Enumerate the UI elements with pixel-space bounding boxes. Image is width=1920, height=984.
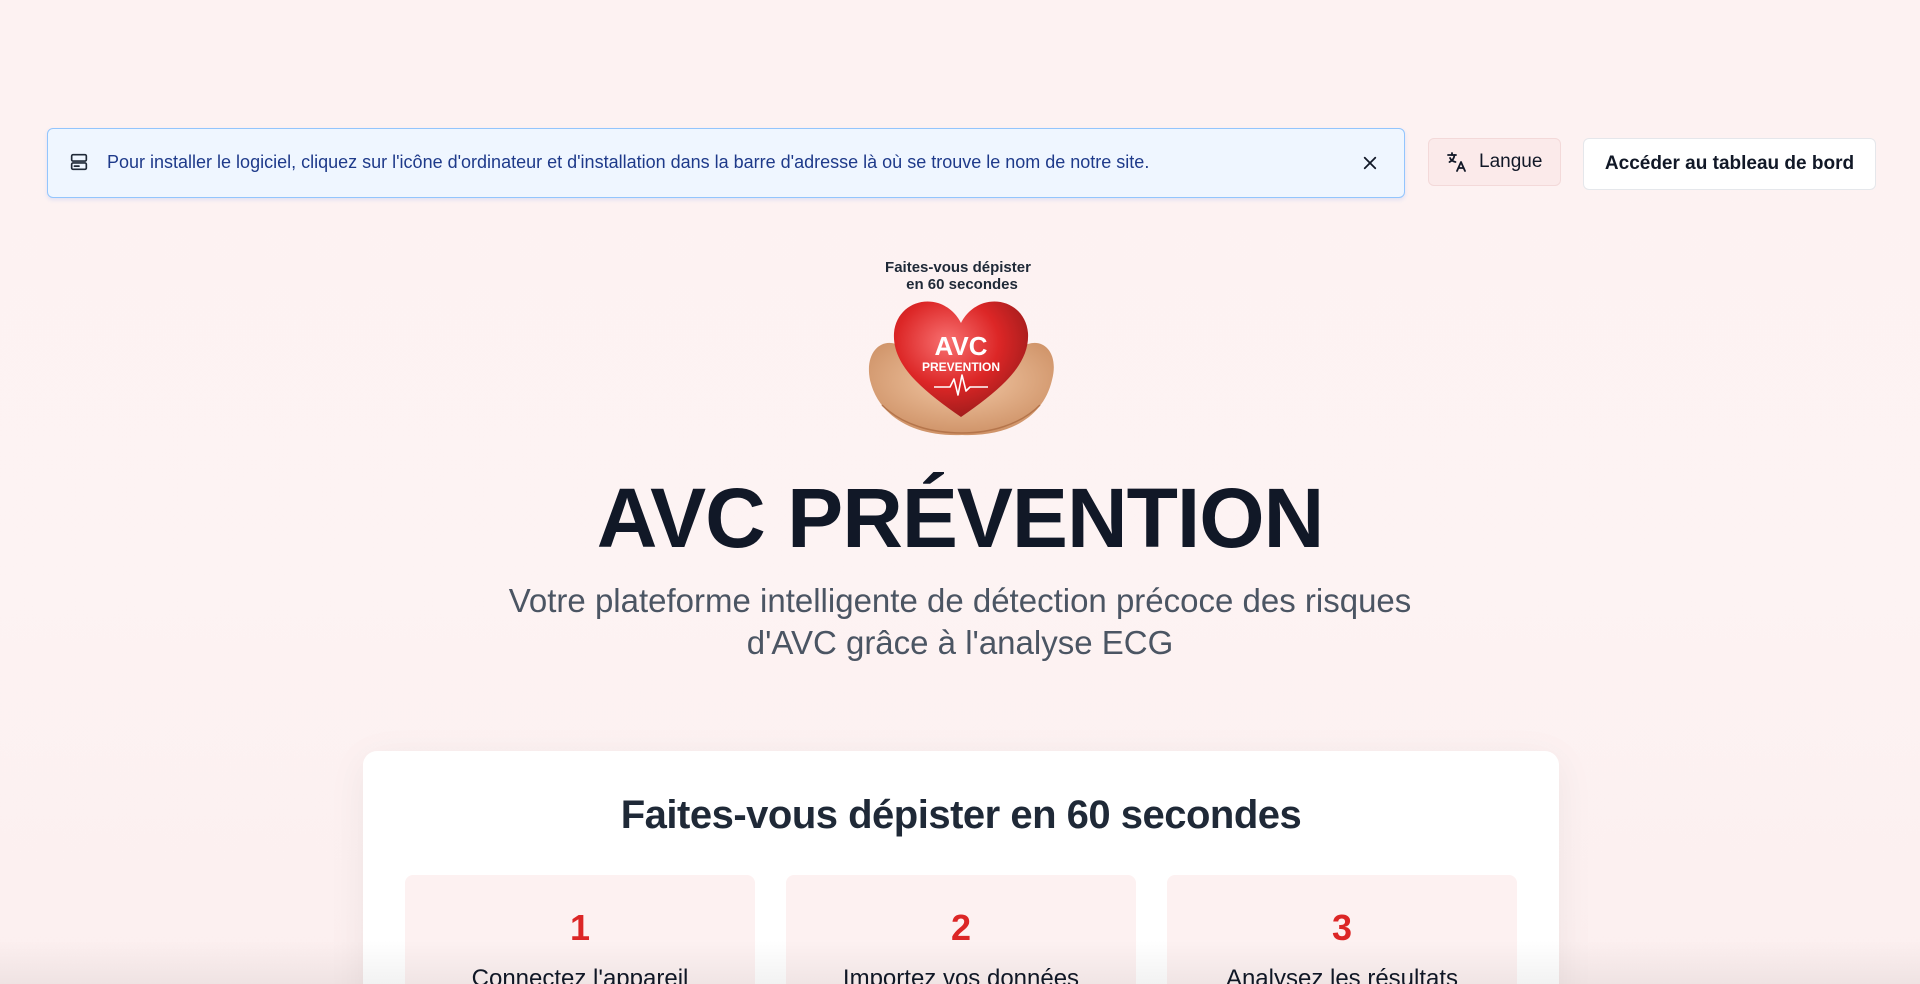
logo-tagline-line1: Faites-vous dépister (885, 259, 1031, 276)
dashboard-button[interactable]: Accéder au tableau de bord (1583, 138, 1876, 190)
step-label: Connectez l'appareil (471, 965, 689, 984)
step-card: 1 Connectez l'appareil (405, 875, 755, 984)
logo-tagline-line2: en 60 secondes (906, 276, 1018, 293)
step-number: 2 (950, 907, 972, 948)
logo-heart-title: AVC (935, 331, 988, 361)
step-label: Importez vos données (842, 965, 1080, 984)
avc-prevention-logo: Faites-vous dépister en 60 secondes AVC … (862, 255, 1060, 443)
logo-heart-subtitle: PREVENTION (922, 360, 1000, 374)
screening-title: Faites-vous dépister en 60 secondes (620, 793, 1302, 837)
install-instructions: Pour installer le logiciel, cliquez sur … (107, 152, 1150, 172)
step-number: 3 (1331, 907, 1353, 948)
step-label: Analysez les résultats (1225, 965, 1459, 984)
page-title: AVC PRÉVENTION (596, 471, 1325, 565)
close-icon[interactable] (1358, 151, 1382, 175)
install-banner: Pour installer le logiciel, cliquez sur … (47, 128, 1405, 198)
step-card: 3 Analysez les résultats (1167, 875, 1517, 984)
computer-install-icon (68, 151, 90, 173)
translate-icon (1445, 150, 1469, 174)
language-label: Langue (1479, 151, 1543, 172)
step-number: 1 (569, 907, 591, 948)
language-button[interactable]: Langue (1428, 138, 1561, 186)
step-card: 2 Importez vos données (786, 875, 1136, 984)
page-subtitle: Votre plateforme intelligente de détecti… (508, 582, 1412, 661)
screening-card: Faites-vous dépister en 60 secondes 1 Co… (363, 751, 1559, 984)
top-bar: Pour installer le logiciel, cliquez sur … (47, 128, 1876, 200)
